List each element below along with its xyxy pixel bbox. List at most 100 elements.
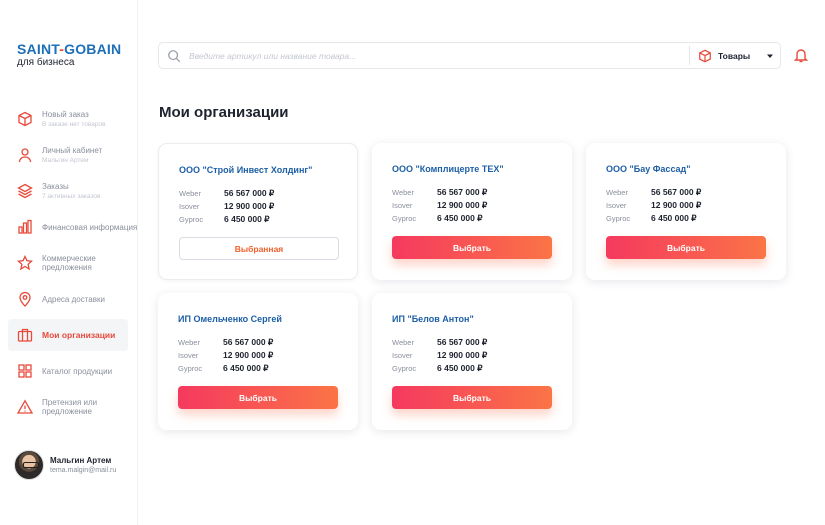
- row-value: 6 450 000 ₽: [224, 213, 270, 224]
- org-row: Gyproc 6 450 000 ₽: [179, 213, 349, 225]
- row-value: 56 567 000 ₽: [437, 336, 488, 347]
- org-card: ИП Омельченко Сергей Weber 56 567 000 ₽ I…: [158, 293, 358, 430]
- select-org-button[interactable]: Выбрать: [392, 236, 552, 259]
- sidebar-item-sub: 7 активных заказов: [42, 192, 101, 200]
- user-name: Мальгин Артем: [50, 456, 112, 465]
- sidebar-item-organizations[interactable]: Мои организации: [8, 319, 128, 351]
- org-row: Isover 12 900 000 ₽: [392, 349, 562, 361]
- sidebar-item-label: Финансовая информация: [42, 222, 138, 232]
- sidebar-item-new-order[interactable]: Новый заказ В заказе нет товаров: [0, 103, 138, 135]
- org-card: ООО "Бау Фассад" Weber 56 567 000 ₽ Isove…: [586, 143, 786, 280]
- row-label: Isover: [392, 350, 413, 360]
- sidebar-item-label: Коммерческие предложения: [42, 254, 96, 272]
- sidebar-item-label: Новый заказ: [42, 109, 89, 119]
- sidebar-item-sub: В заказе нет товаров: [42, 120, 106, 128]
- bar-chart-icon: [17, 219, 33, 235]
- org-row: Isover 12 900 000 ₽: [179, 200, 349, 212]
- row-label: Gyproc: [392, 213, 417, 223]
- sidebar-item-sub: Мальгин Артем: [42, 156, 89, 164]
- avatar: [14, 450, 44, 480]
- row-value: 56 567 000 ₽: [224, 187, 275, 198]
- sidebar-nav: Новый заказ В заказе нет товаров Личный к…: [0, 103, 138, 427]
- search-icon: [168, 49, 181, 62]
- page-title: Мои организации: [159, 104, 289, 121]
- row-value: 56 567 000 ₽: [437, 186, 488, 197]
- sidebar-item-account[interactable]: Личный кабинет Мальгин Артем: [0, 139, 138, 171]
- org-row: Weber 56 567 000 ₽: [392, 186, 562, 198]
- org-row: Isover 12 900 000 ₽: [178, 349, 348, 361]
- row-value: 12 900 000 ₽: [223, 349, 274, 360]
- user-profile[interactable]: Мальгин Артем tema.malgin@mail.ru: [14, 450, 116, 480]
- row-label: Weber: [392, 187, 414, 197]
- brand-subtitle: для бизнеса: [17, 57, 75, 68]
- row-label: Weber: [179, 188, 201, 198]
- row-value: 12 900 000 ₽: [437, 199, 488, 210]
- row-label: Gyproc: [606, 213, 631, 223]
- org-row: Weber 56 567 000 ₽: [178, 336, 348, 348]
- row-value: 6 450 000 ₽: [651, 212, 697, 223]
- row-label: Weber: [606, 187, 628, 197]
- row-label: Gyproc: [179, 214, 204, 224]
- brand-name: SAINT-GOBAIN: [17, 41, 122, 57]
- org-card: ООО "Комплицерте ТЕХ" Weber 56 567 000 ₽ …: [372, 143, 572, 280]
- org-row: Weber 56 567 000 ₽: [606, 186, 776, 198]
- select-org-button[interactable]: Выбрать: [392, 386, 552, 409]
- row-value: 56 567 000 ₽: [651, 186, 702, 197]
- selected-org-button[interactable]: Выбранная: [179, 237, 339, 260]
- box-icon: [699, 49, 711, 62]
- category-select[interactable]: Товары: [698, 49, 774, 63]
- warning-icon: [17, 399, 33, 415]
- org-name: ООО "Строй Инвест Холдинг": [179, 165, 313, 175]
- row-label: Isover: [606, 200, 627, 210]
- org-row: Gyproc 6 450 000 ₽: [178, 362, 348, 374]
- star-icon: [17, 255, 33, 271]
- row-label: Isover: [178, 350, 199, 360]
- row-label: Weber: [178, 337, 200, 347]
- map-pin-icon: [17, 291, 33, 307]
- row-label: Gyproc: [392, 363, 417, 373]
- sidebar-item-offers[interactable]: Коммерческие предложения: [0, 247, 138, 279]
- row-label: Isover: [179, 201, 200, 211]
- layers-icon: [17, 183, 33, 199]
- search-divider: [689, 46, 690, 65]
- category-select-value: Товары: [718, 50, 751, 61]
- row-value: 56 567 000 ₽: [223, 336, 274, 347]
- select-org-button[interactable]: Выбрать: [606, 236, 766, 259]
- org-name: ООО "Бау Фассад": [606, 164, 691, 174]
- row-label: Isover: [392, 200, 413, 210]
- briefcase-icon: [17, 327, 33, 343]
- sidebar-item-claim[interactable]: Претензия или предложение: [0, 391, 138, 423]
- sidebar-item-orders[interactable]: Заказы 7 активных заказов: [0, 175, 138, 207]
- org-row: Weber 56 567 000 ₽: [179, 187, 349, 199]
- sidebar-item-catalog[interactable]: Каталог продукции: [0, 355, 138, 387]
- row-label: Gyproc: [178, 363, 203, 373]
- sidebar-item-finance[interactable]: Финансовая информация: [0, 211, 138, 243]
- sidebar-item-label: Каталог продукции: [42, 366, 113, 376]
- org-name: ИП Омельченко Сергей: [178, 314, 282, 324]
- sidebar-item-label: Претензия или предложение: [42, 398, 98, 416]
- org-card: ООО "Строй Инвест Холдинг" Weber 56 567 0…: [158, 143, 358, 280]
- sidebar-item-label: Мои организации: [42, 329, 116, 340]
- row-value: 6 450 000 ₽: [437, 362, 483, 373]
- sidebar-item-addresses[interactable]: Адреса доставки: [0, 283, 138, 315]
- row-value: 6 450 000 ₽: [437, 212, 483, 223]
- select-org-button[interactable]: Выбрать: [178, 386, 338, 409]
- row-value: 6 450 000 ₽: [223, 362, 269, 373]
- org-row: Isover 12 900 000 ₽: [606, 199, 776, 211]
- org-row: Weber 56 567 000 ₽: [392, 336, 562, 348]
- sidebar-item-label: Заказы: [42, 181, 69, 191]
- user-email: tema.malgin@mail.ru: [50, 467, 117, 474]
- grid-icon: [17, 363, 33, 379]
- org-name: ООО "Комплицерте ТЕХ": [392, 164, 504, 174]
- search-input[interactable]: [189, 50, 669, 61]
- org-name: ИП "Белов Антон": [392, 314, 474, 324]
- brand-logo[interactable]: SAINT-GOBAIN для бизнеса: [17, 42, 121, 68]
- org-row: Gyproc 6 450 000 ₽: [606, 212, 776, 224]
- org-row: Isover 12 900 000 ₽: [392, 199, 562, 211]
- chevron-down-icon: [767, 54, 774, 58]
- row-value: 12 900 000 ₽: [651, 199, 702, 210]
- row-value: 12 900 000 ₽: [224, 200, 275, 211]
- row-label: Weber: [392, 337, 414, 347]
- sidebar-item-label: Личный кабинет: [42, 145, 103, 155]
- bell-icon[interactable]: [793, 47, 809, 63]
